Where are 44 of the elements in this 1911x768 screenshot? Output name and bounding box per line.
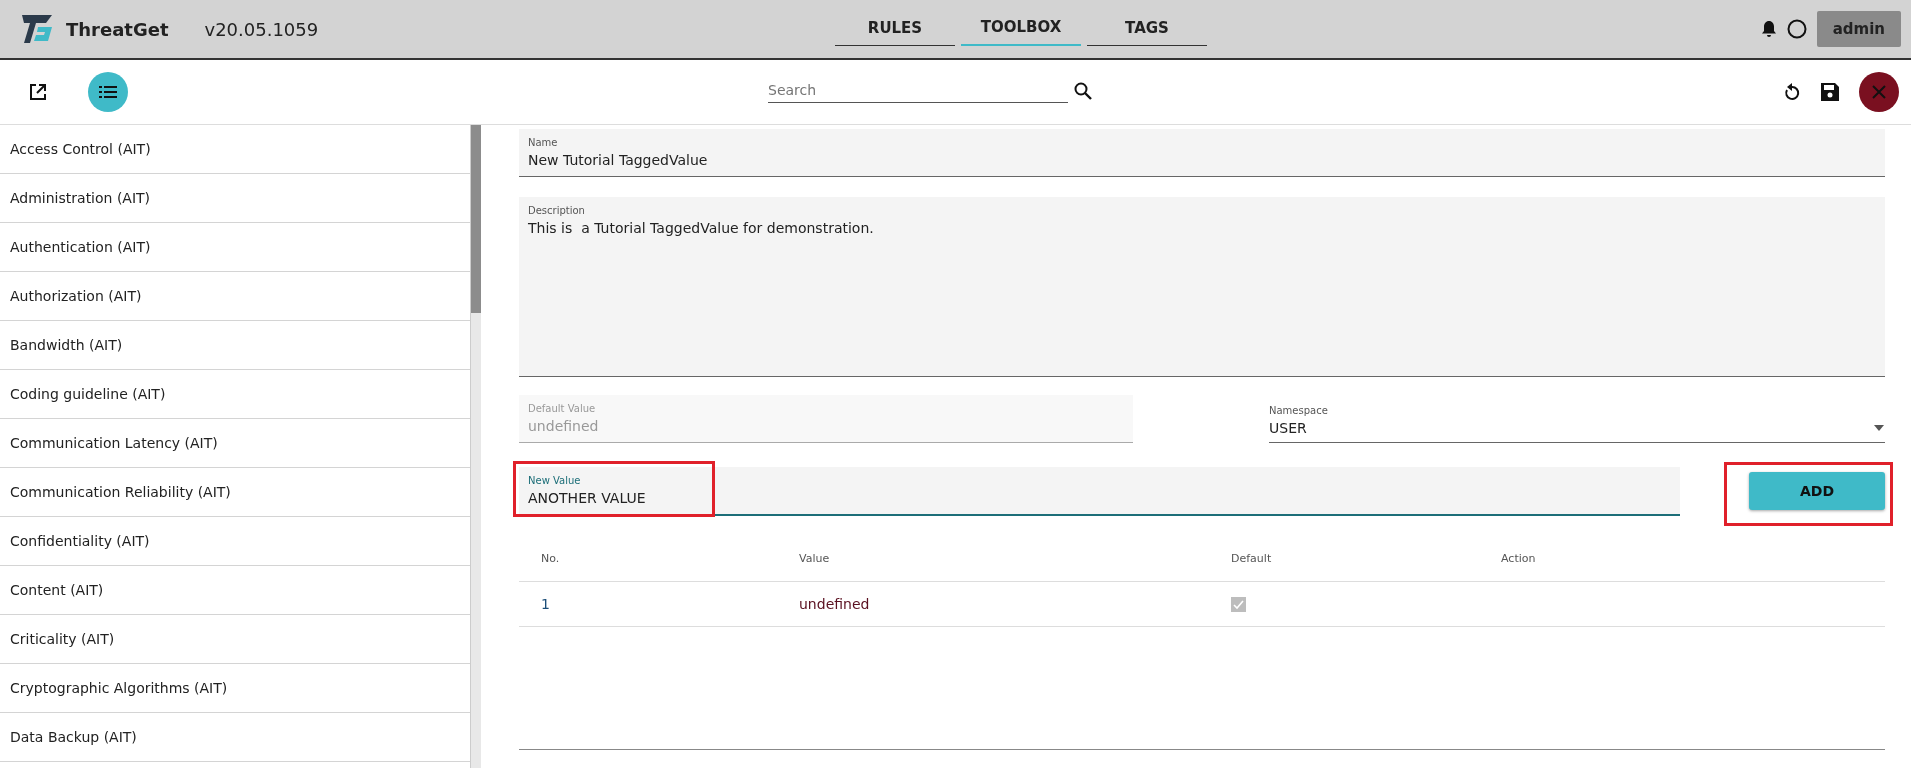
sidebar-item[interactable]: Communication Reliability (AIT) (0, 468, 470, 517)
nav-tab[interactable]: RULES (835, 14, 955, 46)
new-value-field[interactable]: New Value ANOTHER VALUE (519, 467, 1680, 516)
name-field[interactable]: Name New Tutorial TaggedValue (519, 129, 1885, 177)
column-header: Default (1209, 536, 1479, 582)
sidebar-item[interactable]: Confidentiality (AIT) (0, 517, 470, 566)
default-checkbox[interactable] (1231, 596, 1246, 612)
close-button[interactable] (1859, 72, 1899, 112)
nav-tab[interactable]: TAGS (1087, 14, 1207, 46)
logo-icon (20, 13, 54, 45)
list-view-button[interactable] (88, 72, 128, 112)
sidebar-item[interactable]: Criticality (AIT) (0, 615, 470, 664)
bell-icon[interactable] (1760, 20, 1777, 38)
description-field[interactable]: Description This is a Tutorial TaggedValue for demonstration. (519, 197, 1885, 377)
scrollbar[interactable] (471, 125, 481, 768)
close-icon (1872, 85, 1886, 99)
app-name: ThreatGet (66, 18, 169, 40)
version-label: v20.05.1059 (204, 18, 319, 40)
sidebar-item[interactable]: Data Backup (AIT) (0, 713, 470, 762)
column-header: No. (519, 536, 777, 582)
sidebar-item[interactable]: Content (AIT) (0, 566, 470, 615)
user-button[interactable]: admin (1816, 11, 1901, 47)
table-cell: 1 (519, 582, 777, 627)
column-header: Action (1479, 536, 1885, 582)
nav-tab[interactable]: TOOLBOX (961, 14, 1081, 46)
sidebar-item[interactable]: Cryptographic Algorithms (AIT) (0, 664, 470, 713)
open-external-icon[interactable] (28, 82, 48, 102)
sidebar-item[interactable]: Communication Latency (AIT) (0, 419, 470, 468)
sidebar-item[interactable]: Access Control (AIT) (0, 125, 470, 174)
circle-icon[interactable] (1786, 19, 1807, 39)
sidebar-item[interactable]: Authentication (AIT) (0, 223, 470, 272)
namespace-dropdown[interactable]: Namespace USER (1269, 400, 1885, 443)
list-icon (99, 85, 117, 99)
add-button[interactable]: ADD (1749, 472, 1885, 510)
search-icon[interactable] (1074, 81, 1092, 100)
sidebar-item[interactable]: Authorization (AIT) (0, 272, 470, 321)
column-header: Value (777, 536, 1209, 582)
refresh-icon[interactable] (1783, 82, 1801, 102)
save-icon[interactable] (1821, 83, 1839, 101)
caret-icon (1873, 424, 1885, 432)
table-cell: undefined (777, 582, 1209, 627)
sidebar-item[interactable]: Bandwidth (AIT) (0, 321, 470, 370)
sidebar-item[interactable]: Administration (AIT) (0, 174, 470, 223)
sidebar-item[interactable]: Coding guideline (AIT) (0, 370, 470, 419)
